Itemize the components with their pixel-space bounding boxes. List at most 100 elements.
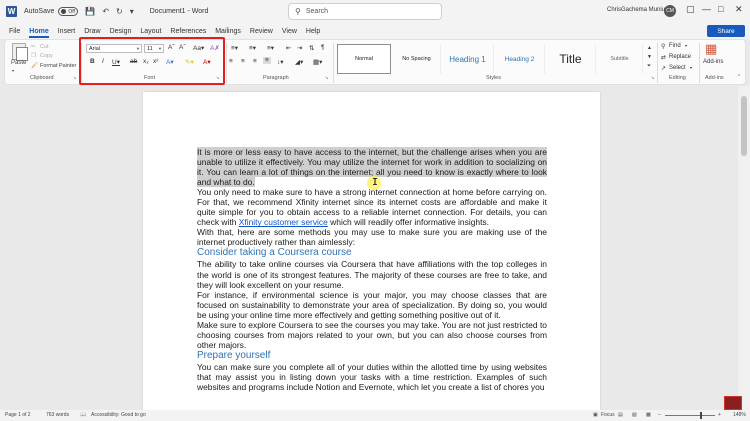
style-heading-1[interactable]: Heading 1 [442,44,494,74]
print-layout-icon[interactable]: ▧ [632,412,637,418]
zoom-slider-handle[interactable] [700,412,702,419]
paragraph-5[interactable]: For instance, if environmental science i… [197,290,547,320]
read-mode-icon[interactable]: ▤ [618,412,623,418]
title-bar: W AutoSave Off 💾 ↶ ↻ ▾ Document1 - Word … [0,0,750,23]
paste-button[interactable]: Paste [11,60,26,66]
heading-prepare[interactable]: Prepare yourself [197,350,547,362]
word-count[interactable]: 763 words [46,412,69,418]
focus-icon[interactable]: ▣ [593,412,598,418]
document-title: Document1 - Word [149,8,209,15]
line-spacing-icon[interactable]: ↕▾ [277,58,284,66]
align-center-icon[interactable]: ≡ [241,58,245,65]
paragraph-6[interactable]: Make sure to explore Coursera to see the… [197,320,547,350]
shading-icon[interactable]: ◢▾ [295,58,303,66]
bullets-icon[interactable]: ≡▾ [231,44,238,52]
borders-icon[interactable]: ▦▾ [313,58,322,66]
tab-insert[interactable]: Insert [58,23,76,39]
paste-dropdown-icon[interactable]: ▾ [12,68,14,73]
styles-launcher-icon[interactable]: ↘ [651,75,654,80]
word-logo-icon: W [6,6,17,17]
heading-coursera[interactable]: Consider taking a Coursera course [197,247,547,259]
collapse-ribbon-icon[interactable]: ⌃ [737,74,741,80]
decrease-indent-icon[interactable]: ⇤ [286,44,291,52]
style-subtitle[interactable]: Subtitle [597,44,643,74]
numbering-icon[interactable]: ≡▾ [249,44,256,52]
justify-icon[interactable]: ≡ [263,57,271,64]
paste-icon[interactable] [12,43,28,61]
search-input[interactable]: ⚲ Search [288,3,442,20]
channel-logo [724,396,742,410]
ribbon-display-icon[interactable]: ▢ [686,4,695,15]
zoom-in-icon[interactable]: + [718,412,721,418]
share-button[interactable]: Share [707,25,745,37]
style-no-spacing[interactable]: No Spacing [393,44,441,74]
select-dropdown-icon[interactable]: ▾ [690,65,692,70]
paragraph-launcher-icon[interactable]: ↘ [325,75,328,80]
paragraph-3[interactable]: With that, here are some methods you may… [197,227,547,247]
zoom-level[interactable]: 148% [733,412,746,418]
find-dropdown-icon[interactable]: ▾ [685,43,687,48]
add-ins-button[interactable]: Add-ins [703,59,723,65]
ribbon-separator [699,43,700,83]
autosave-state: Off [68,8,75,15]
show-formatting-icon[interactable]: ¶ [321,44,325,51]
web-layout-icon[interactable]: ▩ [646,412,651,418]
align-left-icon[interactable]: ≡ [229,58,233,65]
avatar[interactable]: CM [664,5,676,17]
zoom-slider[interactable] [665,415,715,416]
paragraph-4[interactable]: The ability to take online courses via C… [197,259,547,289]
zoom-out-icon[interactable]: – [658,412,661,418]
autosave-toggle[interactable]: Off [58,7,79,16]
format-painter-button[interactable]: Format Painter [40,63,76,69]
tab-home[interactable]: Home [29,23,50,39]
style-no-spacing-label: No Spacing [402,56,431,62]
save-icon[interactable]: 💾 [85,7,95,16]
styles-more-icon[interactable]: ⏷ [647,63,651,69]
select-button[interactable]: Select [669,65,686,71]
scroll-thumb[interactable] [741,96,747,156]
tab-view[interactable]: View [282,23,297,39]
minimize-icon[interactable]: — [702,4,711,14]
vertical-scrollbar[interactable] [738,86,750,410]
document-page[interactable]: It is more or less easy to have access t… [143,92,600,410]
xfinity-link[interactable]: Xfinity customer service [239,217,328,227]
replace-button[interactable]: Replace [669,54,691,60]
ibeam-cursor-icon: I [372,177,379,188]
accessibility-status[interactable]: Accessibility: Good to go [91,412,146,418]
maximize-icon[interactable]: □ [718,4,723,14]
paragraph-2[interactable]: You only need to make sure to have a str… [197,187,547,227]
undo-icon[interactable]: ↶ [102,7,109,16]
tab-file[interactable]: File [9,23,20,39]
close-icon[interactable]: ✕ [735,4,743,15]
find-button[interactable]: Find [669,43,681,49]
font-group-highlight [79,37,225,85]
copy-button[interactable]: Copy [40,53,53,59]
focus-button[interactable]: Focus [601,412,615,418]
styles-scroll-down-icon[interactable]: ▼ [647,54,652,60]
redo-icon[interactable]: ↻ [116,7,123,16]
multilevel-list-icon[interactable]: ≡▾ [267,44,274,52]
style-heading-2[interactable]: Heading 2 [495,44,545,74]
clipboard-launcher-icon[interactable]: ↘ [73,75,76,80]
page-count[interactable]: Page 1 of 2 [5,412,31,418]
style-heading-1-label: Heading 1 [449,54,486,64]
proofing-icon[interactable]: 📖 [80,412,86,418]
customize-toolbar-icon[interactable]: ▾ [130,7,134,16]
increase-indent-icon[interactable]: ⇥ [297,44,302,52]
align-right-icon[interactable]: ≡ [253,58,257,65]
editing-group-label: Editing [669,75,686,81]
tab-help[interactable]: Help [306,23,320,39]
style-title[interactable]: Title [546,44,596,74]
add-ins-icon[interactable]: ▦ [705,41,717,57]
cut-button[interactable]: Cut [40,44,49,50]
style-normal[interactable]: Normal [337,44,391,74]
styles-scroll-up-icon[interactable]: ▲ [647,45,652,51]
sort-icon[interactable]: ⇅ [309,44,314,52]
search-icon: ⚲ [295,7,301,16]
find-icon: ⚲ [661,44,666,50]
tab-review[interactable]: Review [250,23,273,39]
user-name[interactable]: ChrisGachema Muniu [607,7,665,13]
style-subtitle-label: Subtitle [610,56,629,62]
paragraph-7[interactable]: You can make sure you complete all of yo… [197,362,547,392]
select-icon: ↗ [661,66,667,72]
